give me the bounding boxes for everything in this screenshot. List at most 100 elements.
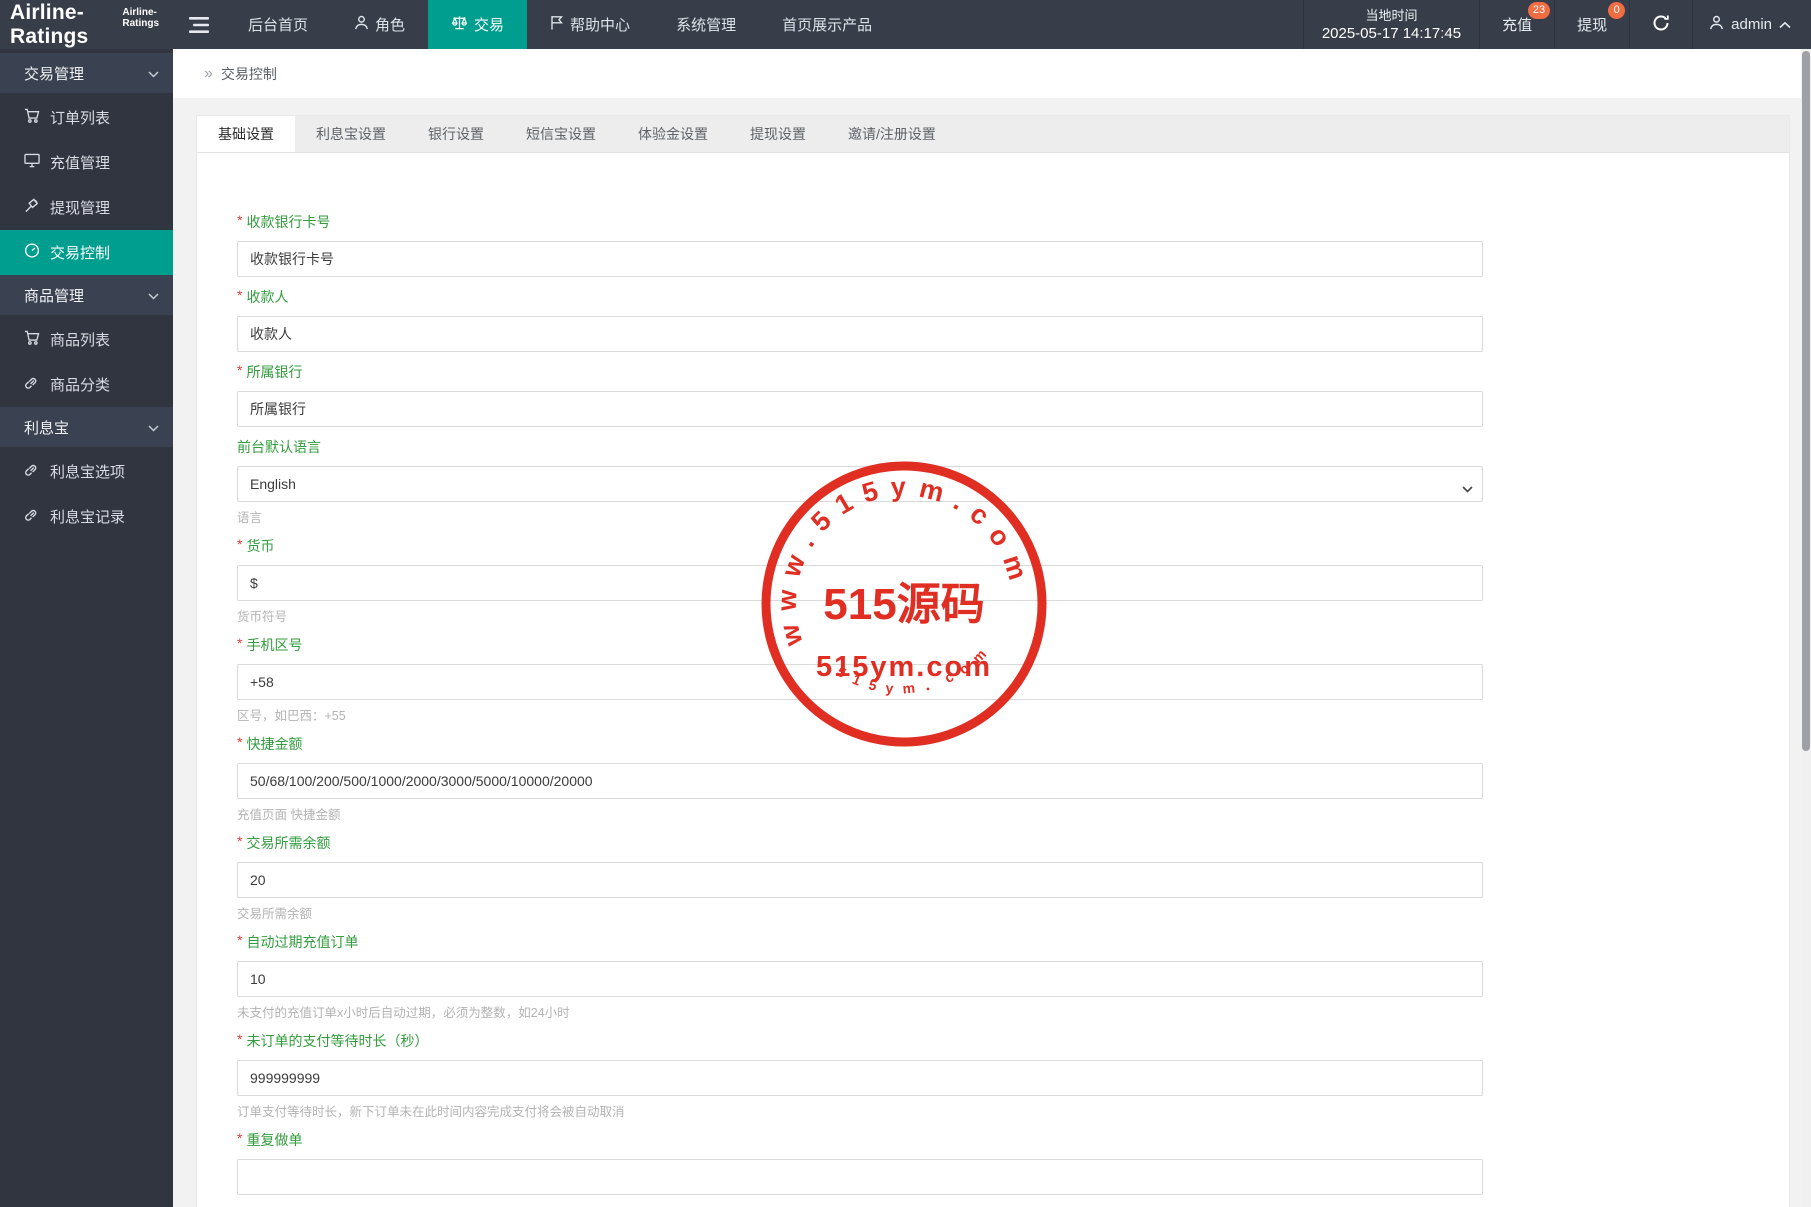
sidebar-group-product-management[interactable]: 商品管理 <box>0 275 173 315</box>
auto-expire-orders-input[interactable] <box>237 961 1483 997</box>
double-chevron-icon: » <box>204 65 213 83</box>
refresh-button[interactable] <box>1629 0 1692 49</box>
default-language-select[interactable]: English <box>237 466 1483 502</box>
nav-dashboard[interactable]: 后台首页 <box>225 0 331 49</box>
top-nav: 后台首页 角色 交易 帮助中心 系统管理 首页展示产品 <box>225 0 895 49</box>
breadcrumb: » 交易控制 <box>173 49 1811 98</box>
field-label: *重复做单 <box>237 1130 1789 1150</box>
link-icon <box>24 507 40 526</box>
scales-icon <box>451 15 468 34</box>
cart-icon <box>24 108 40 127</box>
refresh-icon <box>1652 14 1670 36</box>
withdraw-button[interactable]: 提现 0 <box>1554 0 1629 49</box>
nav-help-label: 帮助中心 <box>570 14 630 35</box>
sidebar-item-withdraw-management[interactable]: 提现管理 <box>0 185 173 230</box>
field-label: 前台默认语言 <box>237 437 1789 457</box>
field-helper: 未支付的充值订单x小时后自动过期，必须为整数，如24小时 <box>237 1005 1789 1021</box>
recharge-badge: 23 <box>1528 2 1550 19</box>
field-label: *未订单的支付等待时长（秒） <box>237 1031 1789 1051</box>
payee-input[interactable] <box>237 316 1483 352</box>
chevron-up-icon <box>1779 16 1791 33</box>
sidebar-item-product-list[interactable]: 商品列表 <box>0 317 173 362</box>
sidebar-item-label: 利息宝选项 <box>50 461 125 482</box>
field-label-text: 交易所需余额 <box>246 835 330 851</box>
sidebar: 交易管理 订单列表 充值管理 提现管理 交易控制 商品管理 商品列表 <box>0 49 173 1207</box>
field-helper: 充值页面 快捷金额 <box>237 807 1789 823</box>
tab-label: 体验金设置 <box>638 124 708 144</box>
tab-invite-register-settings[interactable]: 邀请/注册设置 <box>827 116 957 152</box>
recharge-label: 充值 <box>1502 14 1532 35</box>
tab-label: 短信宝设置 <box>526 124 596 144</box>
tab-interest-settings[interactable]: 利息宝设置 <box>295 116 407 152</box>
nav-home-products[interactable]: 首页展示产品 <box>759 0 895 49</box>
nav-roles-label: 角色 <box>375 14 405 35</box>
local-time-label: 当地时间 <box>1365 7 1417 24</box>
field-label-text: 前台默认语言 <box>237 439 321 455</box>
required-mark: * <box>237 1130 242 1146</box>
user-menu[interactable]: admin <box>1692 0 1811 49</box>
flag-icon <box>550 15 564 34</box>
field-label: *货币 <box>237 536 1789 556</box>
repeat-order-input[interactable] <box>237 1159 1483 1195</box>
vertical-scrollbar[interactable] <box>1801 49 1811 1207</box>
tab-label: 利息宝设置 <box>316 124 386 144</box>
bank-card-number-input[interactable] <box>237 241 1483 277</box>
bank-name-input[interactable] <box>237 391 1483 427</box>
field-label: *交易所需余额 <box>237 833 1789 853</box>
field-label-text: 货币 <box>246 538 274 554</box>
sidebar-item-interest-records[interactable]: 利息宝记录 <box>0 494 173 539</box>
phone-area-code-input[interactable] <box>237 664 1483 700</box>
sidebar-group-trade-management[interactable]: 交易管理 <box>0 53 173 93</box>
monitor-icon <box>24 153 40 172</box>
tab-withdraw-settings[interactable]: 提现设置 <box>729 116 827 152</box>
username: admin <box>1731 16 1772 33</box>
gavel-icon <box>24 198 40 217</box>
tab-trial-fund-settings[interactable]: 体验金设置 <box>617 116 729 152</box>
sidebar-item-label: 订单列表 <box>50 107 110 128</box>
sidebar-item-product-category[interactable]: 商品分类 <box>0 362 173 407</box>
sidebar-item-label: 商品分类 <box>50 374 110 395</box>
tab-bank-settings[interactable]: 银行设置 <box>407 116 505 152</box>
sidebar-item-trade-control[interactable]: 交易控制 <box>0 230 173 275</box>
field-label-text: 快捷金额 <box>246 736 302 752</box>
field-helper: 区号，如巴西：+55 <box>237 708 1789 724</box>
user-icon <box>354 15 369 34</box>
sidebar-item-label: 交易控制 <box>50 242 110 263</box>
hamburger-menu-icon[interactable] <box>173 0 225 49</box>
scrollbar-thumb[interactable] <box>1802 51 1810 751</box>
sidebar-item-recharge-management[interactable]: 充值管理 <box>0 140 173 185</box>
required-balance-input[interactable] <box>237 862 1483 898</box>
field-label: *快捷金额 <box>237 734 1789 754</box>
tab-sms-settings[interactable]: 短信宝设置 <box>505 116 617 152</box>
sidebar-item-interest-options[interactable]: 利息宝选项 <box>0 449 173 494</box>
tab-basic-settings[interactable]: 基础设置 <box>197 116 295 152</box>
nav-trade-label: 交易 <box>474 14 504 35</box>
logo-text: Airline-Ratings <box>10 1 118 49</box>
field-label: *手机区号 <box>237 635 1789 655</box>
quick-amounts-input[interactable] <box>237 763 1483 799</box>
chevron-down-icon <box>148 65 159 82</box>
required-mark: * <box>237 734 242 750</box>
field-label-text: 未订单的支付等待时长（秒） <box>246 1033 428 1049</box>
admin-avatar-icon <box>1709 15 1724 34</box>
sidebar-group-label: 交易管理 <box>24 63 84 84</box>
nav-system[interactable]: 系统管理 <box>653 0 759 49</box>
sidebar-group-interest-treasure[interactable]: 利息宝 <box>0 407 173 447</box>
field-label: *收款人 <box>237 287 1789 307</box>
sidebar-group-label: 利息宝 <box>24 417 69 438</box>
field-helper: 交易所需余额 <box>237 906 1789 922</box>
local-time: 当地时间 2025-05-17 14:17:45 <box>1303 0 1479 49</box>
nav-trade[interactable]: 交易 <box>428 0 527 49</box>
withdraw-label: 提现 <box>1577 14 1607 35</box>
recharge-button[interactable]: 充值 23 <box>1479 0 1554 49</box>
breadcrumb-text: 交易控制 <box>221 64 277 84</box>
tab-label: 银行设置 <box>428 124 484 144</box>
field-label: *收款银行卡号 <box>237 212 1789 232</box>
nav-help-center[interactable]: 帮助中心 <box>527 0 653 49</box>
sidebar-item-order-list[interactable]: 订单列表 <box>0 95 173 140</box>
currency-input[interactable] <box>237 565 1483 601</box>
admin-console: Airline-Ratings Airline-Ratings 后台首页 角色 … <box>0 0 1811 1207</box>
payment-wait-seconds-input[interactable] <box>237 1060 1483 1096</box>
field-bank-card-number: *收款银行卡号 <box>237 212 1789 277</box>
nav-roles[interactable]: 角色 <box>331 0 428 49</box>
